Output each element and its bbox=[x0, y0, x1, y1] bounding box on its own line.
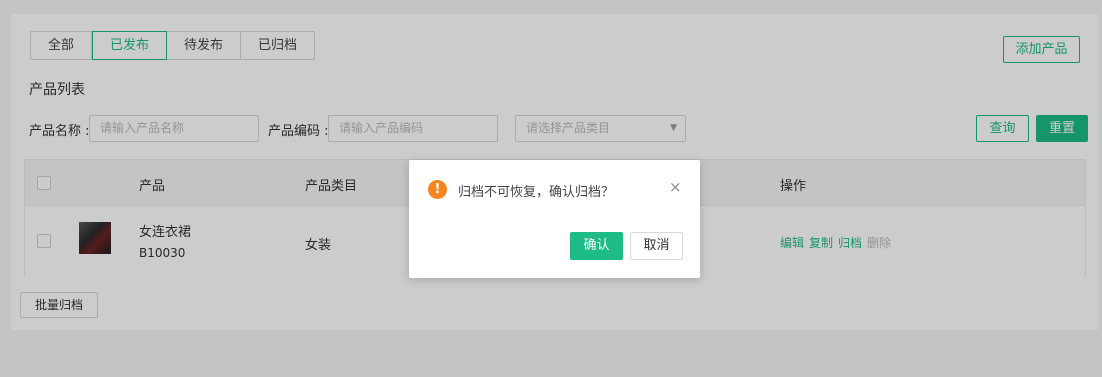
dialog-message: 归档不可恢复，确认归档？ bbox=[458, 185, 615, 200]
close-icon[interactable]: × bbox=[669, 178, 682, 196]
cancel-button[interactable]: 取消 bbox=[630, 232, 683, 260]
confirm-button[interactable]: 确认 bbox=[570, 232, 623, 260]
warning-icon: ! bbox=[428, 180, 447, 199]
archive-confirm-dialog: ! 归档不可恢复，确认归档？ × 确认 取消 bbox=[409, 160, 700, 278]
